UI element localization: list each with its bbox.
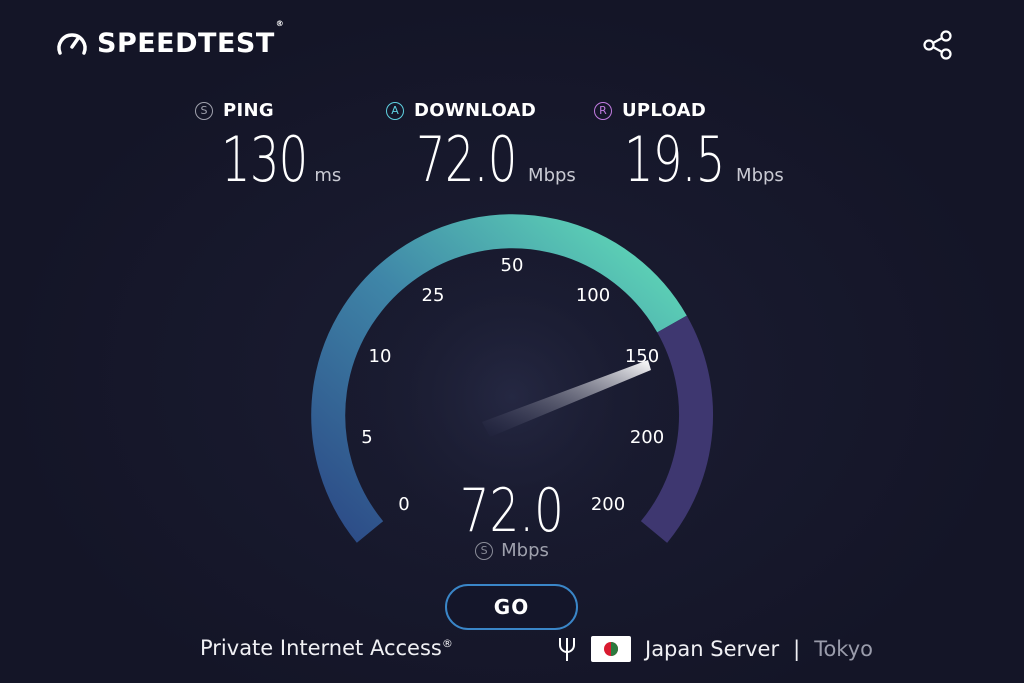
gauge-tick-label: 100 bbox=[576, 285, 610, 306]
readout-value: 72.0 bbox=[459, 476, 565, 546]
japan-flag-icon bbox=[591, 636, 631, 662]
server-selector[interactable]: Japan Server | Tokyo bbox=[557, 636, 873, 662]
server-separator: | bbox=[793, 637, 801, 661]
gauge-tick-label: 50 bbox=[501, 255, 524, 276]
gauge-tick-label: 0 bbox=[398, 494, 409, 515]
gauge-tick-label: 25 bbox=[422, 285, 445, 306]
speed-readout: 72.0 S Mbps bbox=[412, 476, 612, 561]
server-city: Tokyo bbox=[814, 637, 873, 661]
server-antenna-icon bbox=[559, 638, 575, 661]
provider-name[interactable]: Private Internet Access® bbox=[200, 636, 453, 660]
gauge-tick-label: 5 bbox=[361, 427, 372, 448]
go-button[interactable]: GO bbox=[445, 584, 578, 630]
speed-gauge: 0 5 10 25 50 100 150 200 200 bbox=[311, 214, 713, 584]
server-name: Japan Server bbox=[645, 637, 780, 661]
gauge-tick-label: 200 bbox=[630, 427, 664, 448]
gauge-tick-label: 10 bbox=[369, 346, 392, 367]
gauge-tick-label: 150 bbox=[625, 346, 659, 367]
